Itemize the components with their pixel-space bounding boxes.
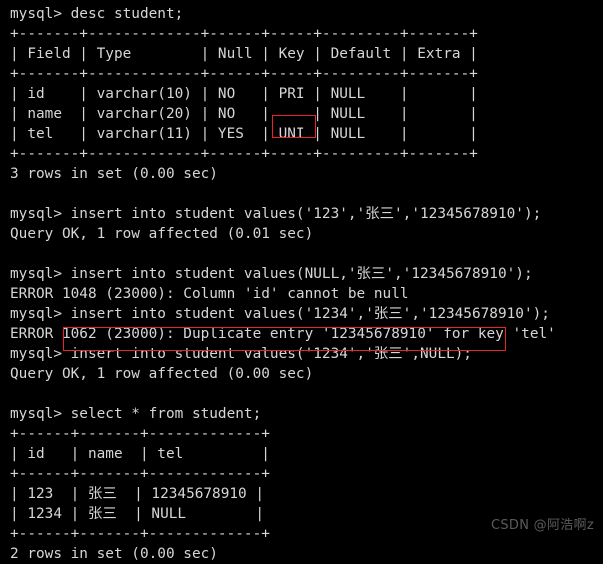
terminal-line: mysql> select * from student; xyxy=(10,406,262,422)
terminal-line: +-------+-------------+------+-----+----… xyxy=(10,26,478,42)
terminal-window[interactable]: mysql> desc student; +-------+----------… xyxy=(0,0,603,562)
terminal-line: mysql> insert into student values('1234'… xyxy=(10,346,472,362)
terminal-output: mysql> desc student; +-------+----------… xyxy=(10,4,603,564)
terminal-line: ERROR 1048 (23000): Column 'id' cannot b… xyxy=(10,286,409,302)
terminal-line: | Field | Type | Null | Key | Default | … xyxy=(10,46,478,62)
terminal-line: mysql> desc student; xyxy=(10,6,184,22)
terminal-line: mysql> insert into student values(NULL,'… xyxy=(10,266,533,282)
terminal-line: ERROR 1062 (23000): Duplicate entry '123… xyxy=(10,326,556,342)
csdn-watermark: CSDN @阿浩啊z xyxy=(490,518,594,533)
terminal-line: | name | varchar(20) | NO | | NULL | | xyxy=(10,106,478,122)
terminal-line: mysql> insert into student values('1234'… xyxy=(10,306,550,322)
terminal-line: +------+-------+-------------+ xyxy=(10,426,270,442)
terminal-line: Query OK, 1 row affected (0.01 sec) xyxy=(10,226,314,242)
terminal-line: +-------+-------------+------+-----+----… xyxy=(10,146,478,162)
terminal-line: 3 rows in set (0.00 sec) xyxy=(10,166,218,182)
terminal-line: 2 rows in set (0.00 sec) xyxy=(10,546,218,562)
terminal-line: | 123 | 张三 | 12345678910 | xyxy=(10,486,265,502)
terminal-line: +------+-------+-------------+ xyxy=(10,466,270,482)
terminal-line: +-------+-------------+------+-----+----… xyxy=(10,66,478,82)
terminal-line: Query OK, 1 row affected (0.00 sec) xyxy=(10,366,314,382)
terminal-line: | id | name | tel | xyxy=(10,446,270,462)
terminal-line: | tel | varchar(11) | YES | UNI | NULL |… xyxy=(10,126,478,142)
terminal-line: | id | varchar(10) | NO | PRI | NULL | | xyxy=(10,86,478,102)
terminal-line: mysql> insert into student values('123',… xyxy=(10,206,542,222)
